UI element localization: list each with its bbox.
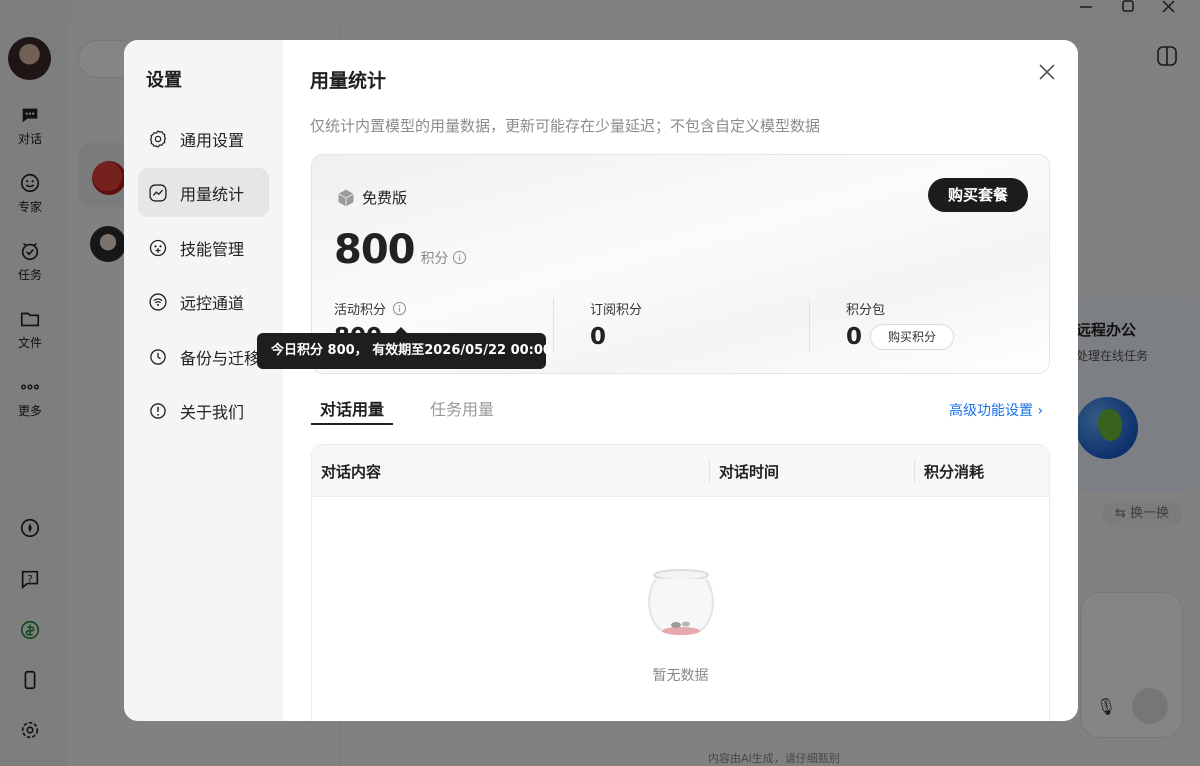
empty-text: 暂无数据 bbox=[652, 668, 709, 684]
nav-item-backup[interactable]: 备份与迁移 bbox=[138, 332, 269, 381]
cube-icon bbox=[338, 189, 354, 206]
usage-content: 用量统计 仅统计内置模型的用量数据，更新可能存在少量延迟；不包含自定义模型数据 … bbox=[283, 40, 1078, 721]
tab-task-usage[interactable]: 任务用量 bbox=[421, 390, 503, 425]
close-icon[interactable] bbox=[1035, 60, 1059, 84]
usage-table: 对话内容 对话时间 积分消耗 暂无数据 bbox=[311, 444, 1050, 721]
nav-item-usage[interactable]: 用量统计 bbox=[138, 168, 269, 217]
nav-item-about[interactable]: 关于我们 bbox=[138, 386, 269, 435]
nav-label: 备份与迁移 bbox=[180, 348, 261, 368]
advanced-settings-link[interactable]: 高级功能设置 › bbox=[949, 400, 1043, 420]
column-separator bbox=[914, 459, 915, 483]
gear-icon bbox=[149, 129, 167, 148]
divider bbox=[553, 298, 554, 352]
wifi-icon bbox=[149, 292, 167, 311]
usage-description: 仅统计内置模型的用量数据，更新可能存在少量延迟；不包含自定义模型数据 bbox=[310, 117, 821, 135]
info-icon bbox=[150, 402, 166, 419]
trend-icon bbox=[149, 183, 167, 202]
total-points: 800 bbox=[334, 227, 415, 273]
activity-points-label: 活动积分 bbox=[334, 299, 407, 318]
nav-label: 用量统计 bbox=[180, 184, 245, 204]
settings-dialog: 设置 通用设置 用量统计 技能管理 远控通道 备份与迁移 关于我们 用量统计 仅… bbox=[124, 40, 1078, 721]
tab-chat-usage[interactable]: 对话用量 bbox=[311, 390, 394, 425]
info-icon[interactable] bbox=[392, 301, 407, 316]
empty-state: 暂无数据 bbox=[312, 565, 1049, 685]
subscription-points-value: 0 bbox=[590, 324, 607, 350]
page-title: 用量统计 bbox=[310, 70, 387, 92]
activity-label-text: 活动积分 bbox=[334, 303, 387, 318]
settings-title: 设置 bbox=[146, 70, 182, 91]
nav-item-general[interactable]: 通用设置 bbox=[138, 114, 269, 163]
column-header: 积分消耗 bbox=[924, 463, 985, 481]
info-icon[interactable] bbox=[452, 250, 467, 265]
nav-label: 远控通道 bbox=[180, 293, 245, 313]
nav-label: 通用设置 bbox=[180, 130, 245, 150]
nav-label: 关于我们 bbox=[180, 402, 245, 422]
total-points-row: 800 积分 bbox=[334, 227, 467, 273]
points-unit: 积分 bbox=[420, 251, 449, 267]
column-header: 对话时间 bbox=[719, 463, 780, 481]
nav-item-skills[interactable]: 技能管理 bbox=[138, 223, 269, 272]
nav-label: 技能管理 bbox=[180, 239, 245, 259]
plan-name: 免费版 bbox=[362, 189, 408, 207]
subscription-points: 订阅积分 0 bbox=[590, 299, 642, 350]
column-header: 对话内容 bbox=[321, 463, 382, 481]
nav-item-remote[interactable]: 远控通道 bbox=[138, 277, 269, 326]
buy-plan-button[interactable]: 购买套餐 bbox=[928, 178, 1028, 212]
plan-row: 免费版 bbox=[336, 187, 407, 208]
buy-points-button[interactable]: 购买积分 bbox=[870, 324, 954, 350]
points-tooltip: 今日积分 800， 有效期至2026/05/22 00:00 bbox=[257, 327, 552, 369]
table-header: 对话内容 对话时间 积分消耗 bbox=[312, 445, 1049, 497]
clock-icon bbox=[150, 348, 166, 365]
usage-tabs: 对话用量 任务用量 bbox=[311, 390, 531, 425]
column-separator bbox=[709, 459, 710, 483]
points-pack-label: 积分包 bbox=[846, 303, 886, 318]
settings-sidebar: 设置 通用设置 用量统计 技能管理 远控通道 备份与迁移 关于我们 bbox=[124, 40, 283, 721]
fishbowl-icon bbox=[647, 569, 714, 635]
subscription-points-label: 订阅积分 bbox=[590, 303, 643, 318]
divider bbox=[809, 298, 810, 352]
skill-icon bbox=[149, 239, 167, 256]
